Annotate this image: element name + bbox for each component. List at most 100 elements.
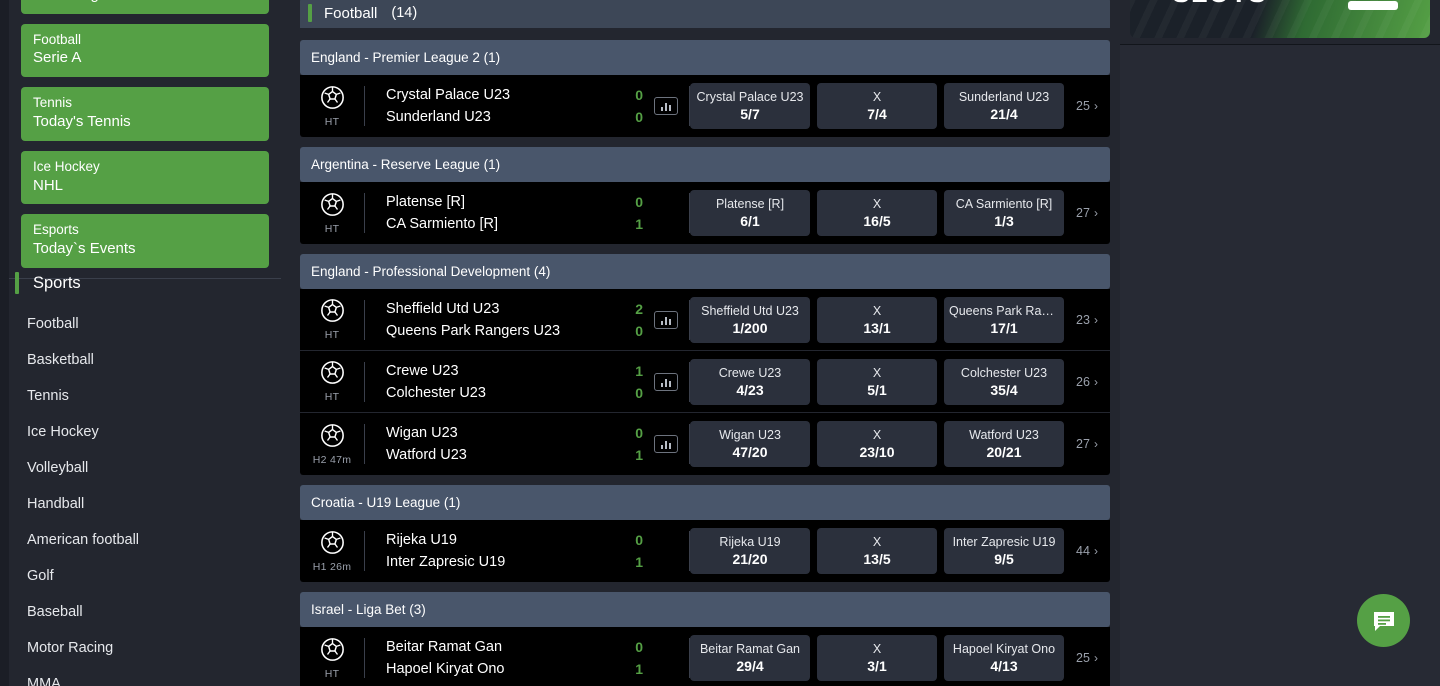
match-row[interactable]: HT Platense [R] 0 CA Sarmiento [R] 1 Platense… [300,182,1110,244]
odds-group: Sheffield Utd U23 1/200 X 13/1 Queens Park R… [690,296,1064,343]
odds-button-home[interactable]: Beitar Ramat Gan 29/4 [690,635,810,681]
odds-button-draw[interactable]: X 3/1 [817,635,937,681]
chevron-right-icon: › [1093,437,1098,451]
league-block: Israel - Liga Bet (3) HT Beitar Ramat Gan 0… [300,592,1110,686]
home-team-score: 0 [635,87,643,103]
odds-button-away[interactable]: Queens Park Rang... 17/1 [944,296,1064,343]
odds-button-home[interactable]: Crystal Palace U23 5/7 [690,83,810,129]
league-header[interactable]: England - Professional Development (4) [300,254,1110,289]
sidebar-item-basketball[interactable]: Basketball [9,342,281,378]
match-row[interactable]: HT Sheffield Utd U23 2 Queens Park Rangers … [300,289,1110,351]
more-markets-button[interactable]: 44 › [1064,544,1110,558]
promo-item-bundesliga[interactable]: FootballBundesliga [21,0,269,14]
stats-chart-icon[interactable] [654,372,678,391]
away-team-name: Colchester U23 [386,384,486,401]
stats-chart-icon[interactable] [654,310,678,329]
promo-item-nhl[interactable]: Ice Hockey NHL [21,150,269,205]
odds-button-away[interactable]: Sunderland U23 21/4 [944,83,1064,129]
match-row[interactable]: HT Crystal Palace U23 0 Sunderland U23 0 Crys… [300,75,1110,137]
promo-item-today-s-tennis[interactable]: Tennis Today's Tennis [21,87,269,141]
odds-button-home[interactable]: Sheffield Utd U23 1/200 [690,296,810,343]
away-team-name: Inter Zapresic U19 [386,554,506,570]
odds-button-away[interactable]: Colchester U23 35/4 [944,358,1064,405]
sidebar-item-volleyball[interactable]: Volleyball [9,450,281,486]
match-row[interactable]: HT Crewe U23 1 Colchester U23 0 Crewe U23 4/23… [300,351,1110,413]
match-teams: Sheffield Utd U23 2 Queens Park Rangers U2… [365,301,643,339]
sidebar-item-ice-hockey[interactable]: Ice Hockey [9,414,281,450]
match-sport-cell: H2 47m [300,423,364,466]
section-count: (14) [391,5,418,21]
promo-item-today-s-events[interactable]: Esports Today`s Events [21,214,269,269]
sidebar-item-mma[interactable]: MMA [9,666,281,686]
odds-button-away[interactable]: Inter Zapresic U19 9/5 [944,528,1064,574]
odds-value: 13/5 [863,551,891,567]
promo-sport-label: Tennis [33,95,73,111]
sidebar-item-tennis[interactable]: Tennis [9,378,281,414]
chevron-right-icon: › [1093,99,1098,113]
football-section-header[interactable]: Football (14) [300,0,1110,28]
more-markets-count: 27 [1076,437,1090,451]
league-header[interactable]: Israel - Liga Bet (3) [300,592,1110,627]
promo-item-serie-a[interactable]: Football Serie A [21,23,269,78]
odds-button-away[interactable]: CA Sarmiento [R] 1/3 [944,190,1064,236]
odds-button-draw[interactable]: X 7/4 [817,83,937,129]
football-icon [320,423,345,453]
match-row[interactable]: H1 26m Rijeka U19 0 Inter Zapresic U19 1 Rije… [300,520,1110,582]
sidebar-item-handball[interactable]: Handball [9,486,281,522]
odds-button-draw[interactable]: X 5/1 [817,358,937,405]
odds-value: 6/1 [740,213,760,229]
odds-button-home[interactable]: Wigan U23 47/20 [690,421,810,467]
odds-label: X [872,642,882,656]
odds-button-home[interactable]: Crewe U23 4/23 [690,358,810,405]
odds-value: 5/7 [740,106,760,122]
right-sidebar: SLOTS 7 7 7 [1120,0,1440,686]
stats-chart-icon[interactable] [654,435,678,453]
odds-value: 35/4 [990,381,1018,398]
chat-button[interactable] [1357,594,1410,647]
sidebar-item-baseball[interactable]: Baseball [9,594,281,630]
more-markets-button[interactable]: 23 › [1064,313,1110,327]
sidebar-item-golf[interactable]: Golf [9,558,281,594]
away-team-line: Queens Park Rangers U23 0 [386,323,643,339]
odds-button-draw[interactable]: X 13/1 [817,296,937,343]
league-block: Argentina - Reserve League (1) HT Platense… [300,147,1110,244]
more-markets-button[interactable]: 27 › [1064,206,1110,220]
accent-bar [308,4,312,22]
league-header[interactable]: Croatia - U19 League (1) [300,485,1110,520]
odds-button-away[interactable]: Watford U23 20/21 [944,421,1064,467]
odds-label: Watford U23 [969,428,1039,442]
promo-sport-label: Ice Hockey [33,158,100,174]
sidebar-item-football[interactable]: Football [9,306,281,342]
match-list: H1 26m Rijeka U19 0 Inter Zapresic U19 1 Rije… [300,520,1110,582]
home-team-score: 0 [635,425,643,441]
promo-league-label: Today`s Events [33,240,136,258]
sidebar-item-motor-racing[interactable]: Motor Racing [9,630,281,666]
promo-sport-label: Football [33,31,82,47]
odds-button-home[interactable]: Platense [R] 6/1 [690,190,810,236]
sidebar-item-american-football[interactable]: American football [9,522,281,558]
odds-button-draw[interactable]: X 23/10 [817,421,937,467]
away-team-line: CA Sarmiento [R] 1 [386,216,643,232]
league-header[interactable]: Argentina - Reserve League (1) [300,147,1110,182]
odds-button-draw[interactable]: X 13/5 [817,528,937,574]
more-markets-button[interactable]: 27 › [1064,437,1110,451]
league-header[interactable]: England - Premier League 2 (1) [300,40,1110,75]
match-stats-cell [643,97,689,115]
home-team-score: 0 [635,532,643,548]
slots-promo-banner[interactable]: SLOTS 7 7 7 [1130,0,1430,38]
odds-value: 1/200 [732,319,768,336]
more-markets-count: 27 [1076,206,1090,220]
match-row[interactable]: H2 47m Wigan U23 0 Watford U23 1 Wigan U23 47/… [300,413,1110,475]
away-team-line: Colchester U23 0 [386,385,643,401]
more-markets-button[interactable]: 26 › [1064,375,1110,389]
more-markets-button[interactable]: 25 › [1064,99,1110,113]
odds-button-draw[interactable]: X 16/5 [817,190,937,236]
odds-button-away[interactable]: Hapoel Kiryat Ono 4/13 [944,635,1064,681]
sports-nav-list: Football Basketball Tennis Ice Hockey Volley… [9,306,281,686]
home-team-line: Crewe U23 1 [386,363,643,379]
odds-button-home[interactable]: Rijeka U19 21/20 [690,528,810,574]
stats-chart-icon[interactable] [654,97,678,115]
match-row[interactable]: HT Beitar Ramat Gan 0 Hapoel Kiryat Ono 1 Bei… [300,627,1110,686]
promo-league-label: Bundesliga [33,0,257,5]
more-markets-button[interactable]: 25 › [1064,651,1110,665]
